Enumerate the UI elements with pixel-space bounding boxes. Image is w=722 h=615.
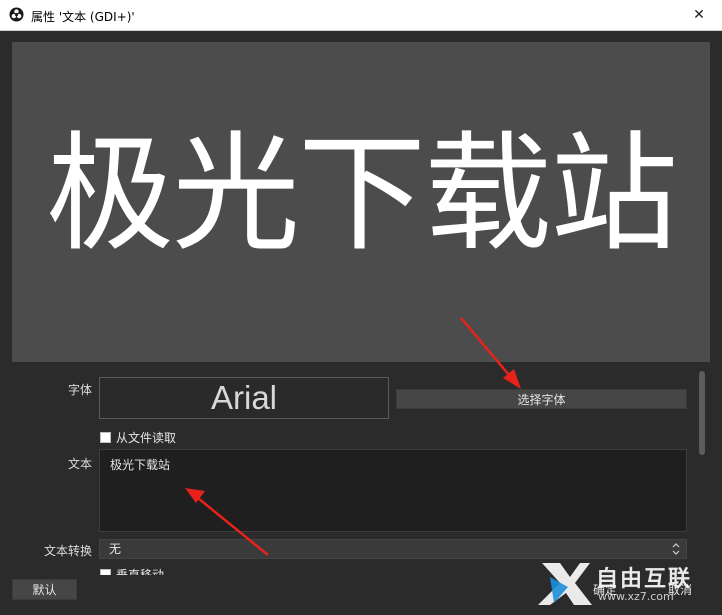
read-from-file-option[interactable]: 从文件读取 [100,429,176,446]
watermark-url: www.xz7.com [598,590,674,603]
font-name-preview: Arial [99,377,389,419]
watermark-logo: 自由互联 www.xz7.com [538,553,722,612]
source-preview: 极光下载站 [12,42,710,362]
text-input[interactable]: 极光下载站 [99,449,687,532]
select-font-button[interactable]: 选择字体 [396,389,687,409]
vertical-move-label: 垂直移动 [116,568,165,575]
close-button[interactable]: ✕ [676,0,722,30]
font-label: 字体 [67,383,92,397]
close-icon: ✕ [693,7,705,23]
window-title: 属性 '文本 (GDI+)' [31,10,135,24]
title-bar[interactable]: 属性 '文本 (GDI+)' ✕ [0,0,722,31]
vertical-move-option[interactable]: 垂直移动 [99,566,299,575]
text-transform-label: 文本转换 [43,544,92,558]
default-button[interactable]: 默认 [12,579,77,600]
read-from-file-checkbox[interactable] [100,432,111,443]
scrollbar-thumb[interactable] [699,371,705,455]
text-label: 文本 [67,457,92,471]
preview-text: 极光下载站 [45,120,678,269]
read-from-file-label: 从文件读取 [116,431,177,445]
watermark-text: 自由互联 [596,567,693,592]
text-transform-value: 无 [109,542,122,556]
obs-app-icon [9,7,24,22]
vertical-move-checkbox[interactable] [100,569,111,575]
